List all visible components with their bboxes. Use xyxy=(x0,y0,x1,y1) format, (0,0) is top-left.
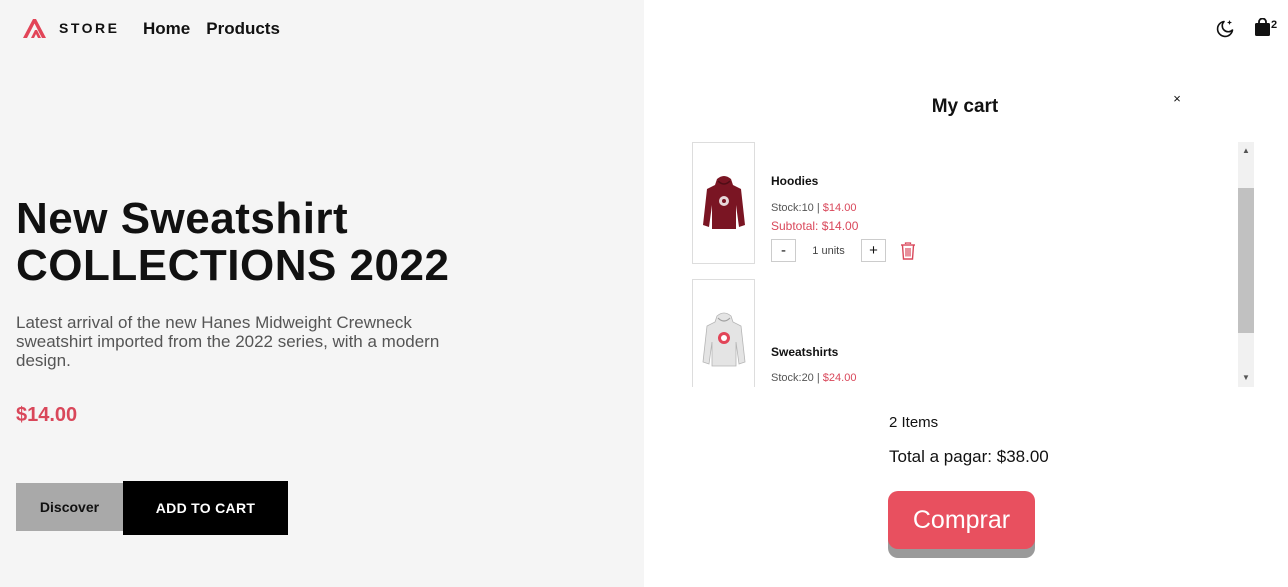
shopping-bag-icon xyxy=(1255,17,1270,36)
hero-title-line-2: COLLECTIONS 2022 xyxy=(16,241,450,290)
moon-icon xyxy=(1216,20,1234,38)
cart-item: Sweatshirts Stock:20 | $24.00 xyxy=(692,279,1238,387)
scroll-up-arrow-icon[interactable]: ▲ xyxy=(1238,142,1254,160)
cart-item-image xyxy=(692,142,755,264)
sweatshirt-image-icon xyxy=(702,312,745,367)
hoodie-image-icon xyxy=(702,176,745,229)
add-to-cart-button[interactable]: ADD TO CART xyxy=(123,481,288,535)
cart-item-stock: Stock:10 | $14.00 xyxy=(771,202,856,214)
cart-items-list[interactable]: Hoodies Stock:10 | $14.00 Subtotal: $14.… xyxy=(692,142,1238,387)
cart-item-name: Hoodies xyxy=(771,174,819,188)
cart-item-price: $14.00 xyxy=(822,202,857,214)
buy-button[interactable]: Comprar xyxy=(888,491,1035,549)
scrollbar-thumb[interactable] xyxy=(1238,188,1254,333)
quantity-units: 1 units xyxy=(812,244,845,257)
store-logo-text: STORE xyxy=(59,20,120,36)
cart-count-badge: 2 xyxy=(1271,19,1278,31)
hero-title-line-1: New Sweatshirt xyxy=(16,194,349,243)
cart-button[interactable] xyxy=(1254,17,1282,40)
theme-toggle-button[interactable] xyxy=(1214,18,1236,40)
cart-item-stock-label: Stock:20 xyxy=(771,372,814,384)
cart-item-stock-label: Stock:10 xyxy=(771,202,814,214)
cart-item: Hoodies Stock:10 | $14.00 Subtotal: $14.… xyxy=(692,142,1238,264)
store-logo[interactable]: STORE xyxy=(22,17,119,39)
cart-item-name: Sweatshirts xyxy=(771,345,839,359)
discover-button[interactable]: Discover xyxy=(16,483,123,531)
cart-item-separator: | xyxy=(816,202,820,214)
increase-quantity-button[interactable]: + xyxy=(861,239,886,262)
hero-title: New Sweatshirt COLLECTIONS 2022 xyxy=(16,195,449,289)
main-nav: Home Products xyxy=(143,19,296,39)
trash-icon[interactable] xyxy=(900,241,916,260)
cart-item-separator: | xyxy=(816,372,820,384)
store-logo-icon xyxy=(23,19,46,38)
decrease-quantity-button[interactable]: - xyxy=(771,239,796,262)
hero-price: $14.00 xyxy=(16,404,78,426)
scroll-down-arrow-icon[interactable]: ▼ xyxy=(1238,369,1254,387)
cart-item-stock: Stock:20 | $24.00 xyxy=(771,372,856,384)
cart-items-count: 2 Items xyxy=(889,414,939,431)
nav-products-link[interactable]: Products xyxy=(206,19,280,39)
close-cart-button[interactable]: × xyxy=(1170,91,1184,107)
quantity-stepper: - 1 units + xyxy=(771,239,916,262)
cart-item-image xyxy=(692,279,755,387)
cart-item-subtotal: Subtotal: $14.00 xyxy=(771,219,859,233)
cart-total: Total a pagar: $38.00 xyxy=(889,447,1049,466)
cart-title: My cart xyxy=(931,96,999,117)
cart-item-price: $24.00 xyxy=(822,372,857,384)
cart-scrollbar[interactable]: ▲ ▼ xyxy=(1238,142,1254,387)
nav-home-link[interactable]: Home xyxy=(143,19,190,39)
hero-description: Latest arrival of the new Hanes Midweigh… xyxy=(16,313,440,370)
